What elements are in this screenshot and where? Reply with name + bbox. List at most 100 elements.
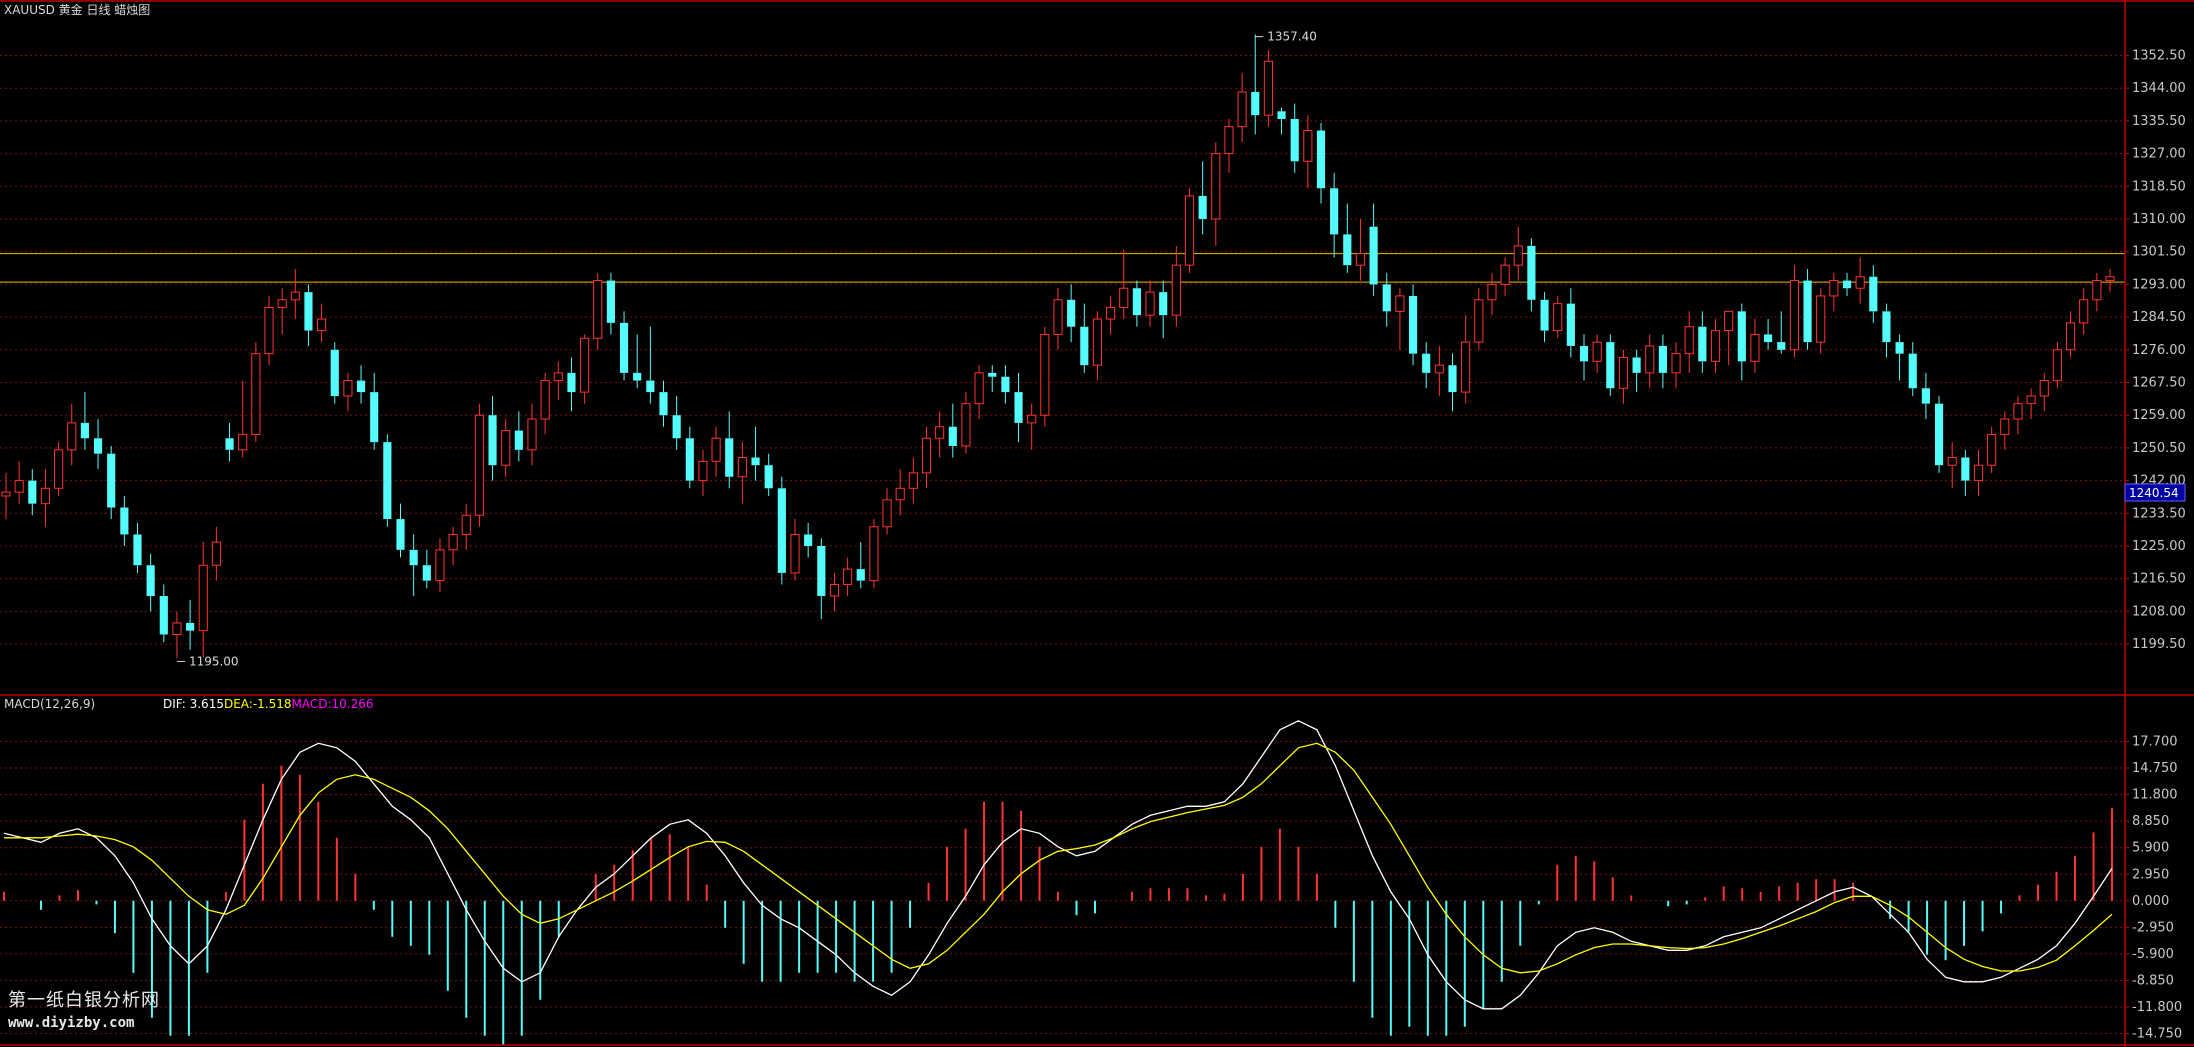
candle[interactable] <box>1343 203 1352 273</box>
candle[interactable] <box>1606 334 1615 396</box>
candle[interactable] <box>1224 118 1234 173</box>
candle[interactable] <box>737 442 747 504</box>
candle[interactable] <box>1789 265 1799 358</box>
candle[interactable] <box>2000 411 2010 450</box>
candle[interactable] <box>633 334 642 389</box>
candle[interactable] <box>1803 269 1812 350</box>
candle[interactable] <box>817 538 826 620</box>
candle[interactable] <box>1159 280 1168 339</box>
candle[interactable] <box>238 380 248 458</box>
candle[interactable] <box>1277 107 1286 135</box>
candle[interactable] <box>211 526 221 581</box>
candle[interactable] <box>935 411 945 458</box>
candle[interactable] <box>146 553 155 612</box>
candle[interactable] <box>751 426 760 481</box>
candle[interactable] <box>14 461 24 504</box>
candle[interactable] <box>120 495 129 546</box>
candle[interactable] <box>869 519 879 589</box>
candle[interactable] <box>777 476 786 585</box>
candle[interactable] <box>2092 272 2102 312</box>
candle[interactable] <box>1829 272 1839 312</box>
candle[interactable] <box>1106 295 1116 335</box>
candle[interactable] <box>1710 319 1721 373</box>
candle[interactable] <box>685 426 694 489</box>
candle[interactable] <box>1895 334 1904 381</box>
candle[interactable] <box>2052 342 2062 389</box>
candle[interactable] <box>54 442 64 496</box>
candle[interactable] <box>1067 284 1076 343</box>
candle[interactable] <box>1658 334 1667 389</box>
candle[interactable] <box>1369 203 1378 296</box>
candle[interactable] <box>1080 303 1089 373</box>
candle[interactable] <box>1500 257 1510 296</box>
candle[interactable] <box>1855 257 1865 304</box>
candle[interactable] <box>317 303 327 343</box>
candle[interactable] <box>356 365 366 404</box>
candle[interactable] <box>1513 226 1523 281</box>
candle[interactable] <box>343 372 353 412</box>
candle[interactable] <box>1184 188 1195 273</box>
candle[interactable] <box>1251 34 1260 135</box>
candle[interactable] <box>67 403 77 466</box>
candle[interactable] <box>1684 311 1694 373</box>
candle[interactable] <box>1145 280 1155 327</box>
candle[interactable] <box>107 445 116 520</box>
candle[interactable] <box>1211 142 1221 246</box>
candle[interactable] <box>974 365 984 420</box>
macd-histogram[interactable] <box>3 765 2113 1045</box>
candle[interactable] <box>1330 172 1339 258</box>
candle[interactable] <box>1316 122 1326 204</box>
candle[interactable] <box>1750 319 1760 373</box>
candle[interactable] <box>1921 372 1930 420</box>
candle[interactable] <box>619 311 629 381</box>
candle[interactable] <box>659 380 668 427</box>
candle[interactable] <box>1947 442 1957 489</box>
candle[interactable] <box>1053 288 1063 350</box>
candle[interactable] <box>251 342 261 443</box>
candle[interactable] <box>1434 345 1444 396</box>
candle[interactable] <box>1395 288 1405 350</box>
candle[interactable] <box>1171 245 1181 327</box>
candle[interactable] <box>304 284 313 346</box>
candle[interactable] <box>1448 353 1457 412</box>
candle[interactable] <box>488 395 497 481</box>
candle[interactable] <box>1645 334 1655 389</box>
candle[interactable] <box>1092 311 1103 381</box>
candle[interactable] <box>1816 288 1826 354</box>
candle[interactable] <box>40 469 51 527</box>
candle[interactable] <box>2026 388 2036 420</box>
candle[interactable] <box>593 272 603 350</box>
candle[interactable] <box>553 361 563 400</box>
candle[interactable] <box>1987 426 1997 473</box>
candle[interactable] <box>882 488 892 535</box>
candle[interactable] <box>1592 334 1602 373</box>
candle[interactable] <box>1263 49 1273 127</box>
candle[interactable] <box>567 357 576 412</box>
candle[interactable] <box>948 403 957 458</box>
candle[interactable] <box>474 403 484 527</box>
candle[interactable] <box>908 457 918 504</box>
candle[interactable] <box>80 392 89 450</box>
candle[interactable] <box>790 519 800 581</box>
candle[interactable] <box>1461 315 1471 404</box>
candle[interactable] <box>1777 311 1786 354</box>
candle[interactable] <box>856 542 865 589</box>
candle[interactable] <box>225 422 234 462</box>
candle[interactable] <box>461 503 471 550</box>
candle[interactable] <box>1027 403 1037 450</box>
candle[interactable] <box>28 469 37 516</box>
candles[interactable] <box>1 34 2115 658</box>
candle[interactable] <box>514 411 523 462</box>
candle[interactable] <box>1040 326 1050 427</box>
candle[interactable] <box>2105 269 2115 293</box>
candle[interactable] <box>1618 349 1629 404</box>
candle[interactable] <box>1540 292 1549 343</box>
candle[interactable] <box>804 522 813 558</box>
candle[interactable] <box>1869 265 1878 323</box>
candle[interactable] <box>1842 272 1852 296</box>
candle[interactable] <box>961 392 971 454</box>
candle[interactable] <box>1132 280 1141 327</box>
candle[interactable] <box>501 419 511 477</box>
candle[interactable] <box>1632 349 1641 393</box>
candle[interactable] <box>1724 310 1734 366</box>
